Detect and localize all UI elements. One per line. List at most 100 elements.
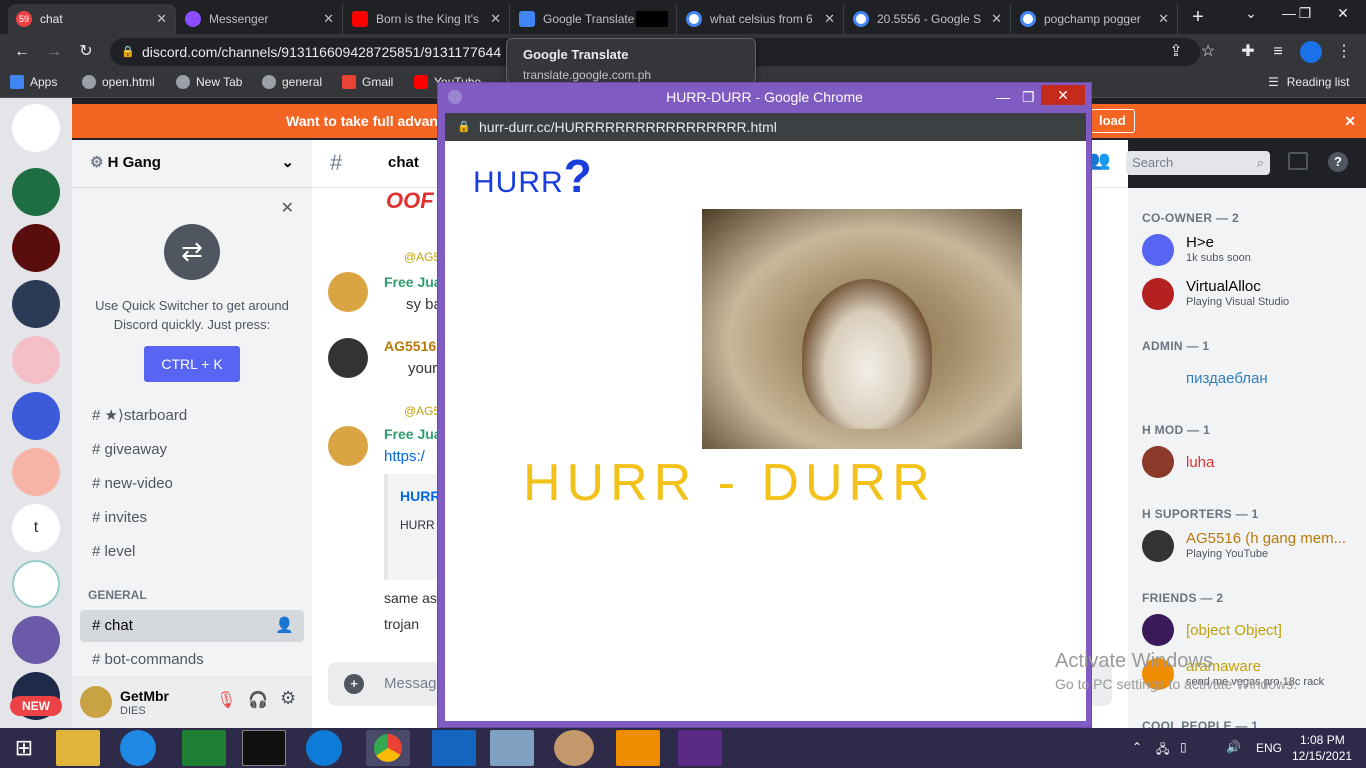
close-icon[interactable]: ✕ <box>490 11 501 27</box>
member-name[interactable]: [object Object] <box>1186 622 1282 639</box>
channel-new-video[interactable]: # new-video <box>80 468 304 500</box>
channel-bot-commands[interactable]: # bot-commands <box>80 644 304 676</box>
bookmark-new-tab[interactable]: New Tab <box>176 75 242 89</box>
avatar[interactable] <box>328 426 368 466</box>
app-icon[interactable] <box>490 730 534 766</box>
server-icon[interactable] <box>12 224 60 272</box>
language-indicator[interactable]: ENG <box>1256 741 1282 755</box>
popup-title-bar[interactable]: HURR-DURR - Google Chrome — ❐ ✕ <box>438 83 1091 111</box>
category-general[interactable]: GENERAL <box>88 588 147 602</box>
windows-start-icon[interactable]: ⊞ <box>2 730 46 766</box>
back-icon[interactable]: ← <box>10 40 34 64</box>
close-window-icon[interactable]: ✕ <box>1320 0 1366 30</box>
bookmark-gmail[interactable]: Gmail <box>342 75 393 89</box>
tab-pogchamp[interactable]: pogchamp pogger ✕ <box>1012 4 1178 34</box>
reload-icon[interactable]: ↻ <box>74 40 98 64</box>
discord-home-icon[interactable] <box>12 104 60 152</box>
message-author[interactable]: Free Jua <box>384 274 442 290</box>
close-icon[interactable]: ✕ <box>1344 104 1356 138</box>
clock-time[interactable]: 1:08 PM <box>1300 733 1345 747</box>
banner-download-button[interactable]: load <box>1090 109 1135 133</box>
channel-invites[interactable]: # invites <box>80 502 304 534</box>
bookmark-apps[interactable]: Apps <box>10 75 57 89</box>
close-icon[interactable]: ✕ <box>323 11 334 27</box>
tab-google-search[interactable]: 20.5556 - Google S ✕ <box>845 4 1011 34</box>
maximize-icon[interactable]: ❐ <box>1022 83 1035 111</box>
bookmark-general[interactable]: general <box>262 75 322 89</box>
paint-icon[interactable] <box>554 730 594 766</box>
chrome-taskbar-icon[interactable] <box>366 730 410 766</box>
member-name[interactable]: luha <box>1186 454 1214 471</box>
message-author[interactable]: Free Jua <box>384 426 442 442</box>
tab-youtube[interactable]: Born is the King It's ✕ <box>344 4 510 34</box>
battery-icon[interactable]: ▯ <box>1180 740 1187 754</box>
add-member-icon[interactable]: 👤 <box>275 610 294 642</box>
server-header[interactable]: ⚙ H Gang ⌄ <box>72 140 312 188</box>
extensions-icon[interactable]: ✚ <box>1236 40 1260 64</box>
avatar[interactable] <box>328 272 368 312</box>
chevron-up-icon[interactable]: ⌃ <box>1132 740 1142 754</box>
avatar[interactable] <box>1142 234 1174 266</box>
forward-icon[interactable]: → <box>42 40 66 64</box>
server-icon[interactable] <box>12 448 60 496</box>
member-name[interactable]: пиздаеблан <box>1186 370 1268 387</box>
avatar[interactable] <box>328 338 368 378</box>
tab-messenger[interactable]: Messenger ✕ <box>177 4 343 34</box>
file-explorer-icon[interactable] <box>56 730 100 766</box>
edge-icon[interactable] <box>306 730 342 766</box>
avatar[interactable] <box>80 686 112 718</box>
channel-giveaway[interactable]: # giveaway <box>80 434 304 466</box>
profile-avatar[interactable] <box>1300 41 1322 63</box>
avatar[interactable] <box>1142 614 1174 646</box>
menu-icon[interactable]: ⋮ <box>1332 40 1356 64</box>
new-tab-button[interactable]: + <box>1184 6 1212 30</box>
popup-address-bar[interactable]: 🔒 hurr-durr.cc/HURRRRRRRRRRRRRRRRR.html <box>445 113 1086 141</box>
server-icon[interactable] <box>12 280 60 328</box>
clock-date[interactable]: 12/15/2021 <box>1292 749 1352 763</box>
message-link[interactable]: https:/ <box>384 448 425 465</box>
volume-icon[interactable]: 🔊 <box>1226 740 1241 754</box>
channel-starboard[interactable]: # ★⟩starboard <box>80 400 304 432</box>
add-attachment-icon[interactable]: + <box>344 674 364 694</box>
close-icon[interactable]: ✕ <box>991 11 1002 27</box>
visual-studio-icon[interactable] <box>678 730 722 766</box>
avatar[interactable] <box>1142 530 1174 562</box>
tab-chat[interactable]: 59 chat ✕ <box>8 4 176 34</box>
channel-level[interactable]: # level <box>80 536 304 568</box>
server-icon[interactable] <box>12 616 60 664</box>
ctrl-k-button[interactable]: CTRL + K <box>144 346 240 382</box>
share-icon[interactable]: ⇪ <box>1164 40 1188 64</box>
help-icon[interactable]: ? <box>1328 152 1348 172</box>
terminal-icon[interactable] <box>242 730 286 766</box>
media-icon[interactable]: ≡ <box>1266 40 1290 64</box>
tab-celsius[interactable]: what celsius from 6 ✕ <box>678 4 844 34</box>
close-icon[interactable]: ✕ <box>636 11 668 27</box>
network-icon[interactable]: 🖧 <box>1156 740 1169 761</box>
store-icon[interactable] <box>182 730 226 766</box>
channel-chat[interactable]: # chat 👤 <box>80 610 304 642</box>
server-icon[interactable] <box>12 168 60 216</box>
server-icon[interactable] <box>12 392 60 440</box>
defender-icon[interactable] <box>432 730 476 766</box>
close-icon[interactable]: ✕ <box>156 11 167 27</box>
member-name[interactable]: VirtualAlloc <box>1186 278 1261 295</box>
server-icon[interactable] <box>12 336 60 384</box>
avatar[interactable] <box>1142 362 1174 394</box>
member-name[interactable]: AG5516 (h gang mem... <box>1186 530 1346 547</box>
close-icon[interactable]: ✕ <box>1158 11 1169 27</box>
mute-icon[interactable]: 🎙 <box>216 690 236 710</box>
embed-title[interactable]: HURR <box>400 488 440 504</box>
bulldog-video-image[interactable] <box>702 209 1022 449</box>
gear-icon[interactable]: ⚙ <box>280 688 296 709</box>
avatar[interactable] <box>1142 278 1174 310</box>
member-name[interactable]: H>e <box>1186 234 1214 251</box>
media-player-icon[interactable] <box>616 730 660 766</box>
minimize-icon[interactable]: — <box>996 83 1010 111</box>
close-window-icon[interactable]: ✕ <box>1041 85 1085 105</box>
bookmark-open-html[interactable]: open.html <box>82 75 155 89</box>
star-icon[interactable]: ☆ <box>1196 40 1220 64</box>
search-input[interactable]: Search ⌕ <box>1126 151 1270 175</box>
avatar[interactable] <box>1142 446 1174 478</box>
inbox-icon[interactable] <box>1288 152 1308 170</box>
server-icon[interactable] <box>12 560 60 608</box>
